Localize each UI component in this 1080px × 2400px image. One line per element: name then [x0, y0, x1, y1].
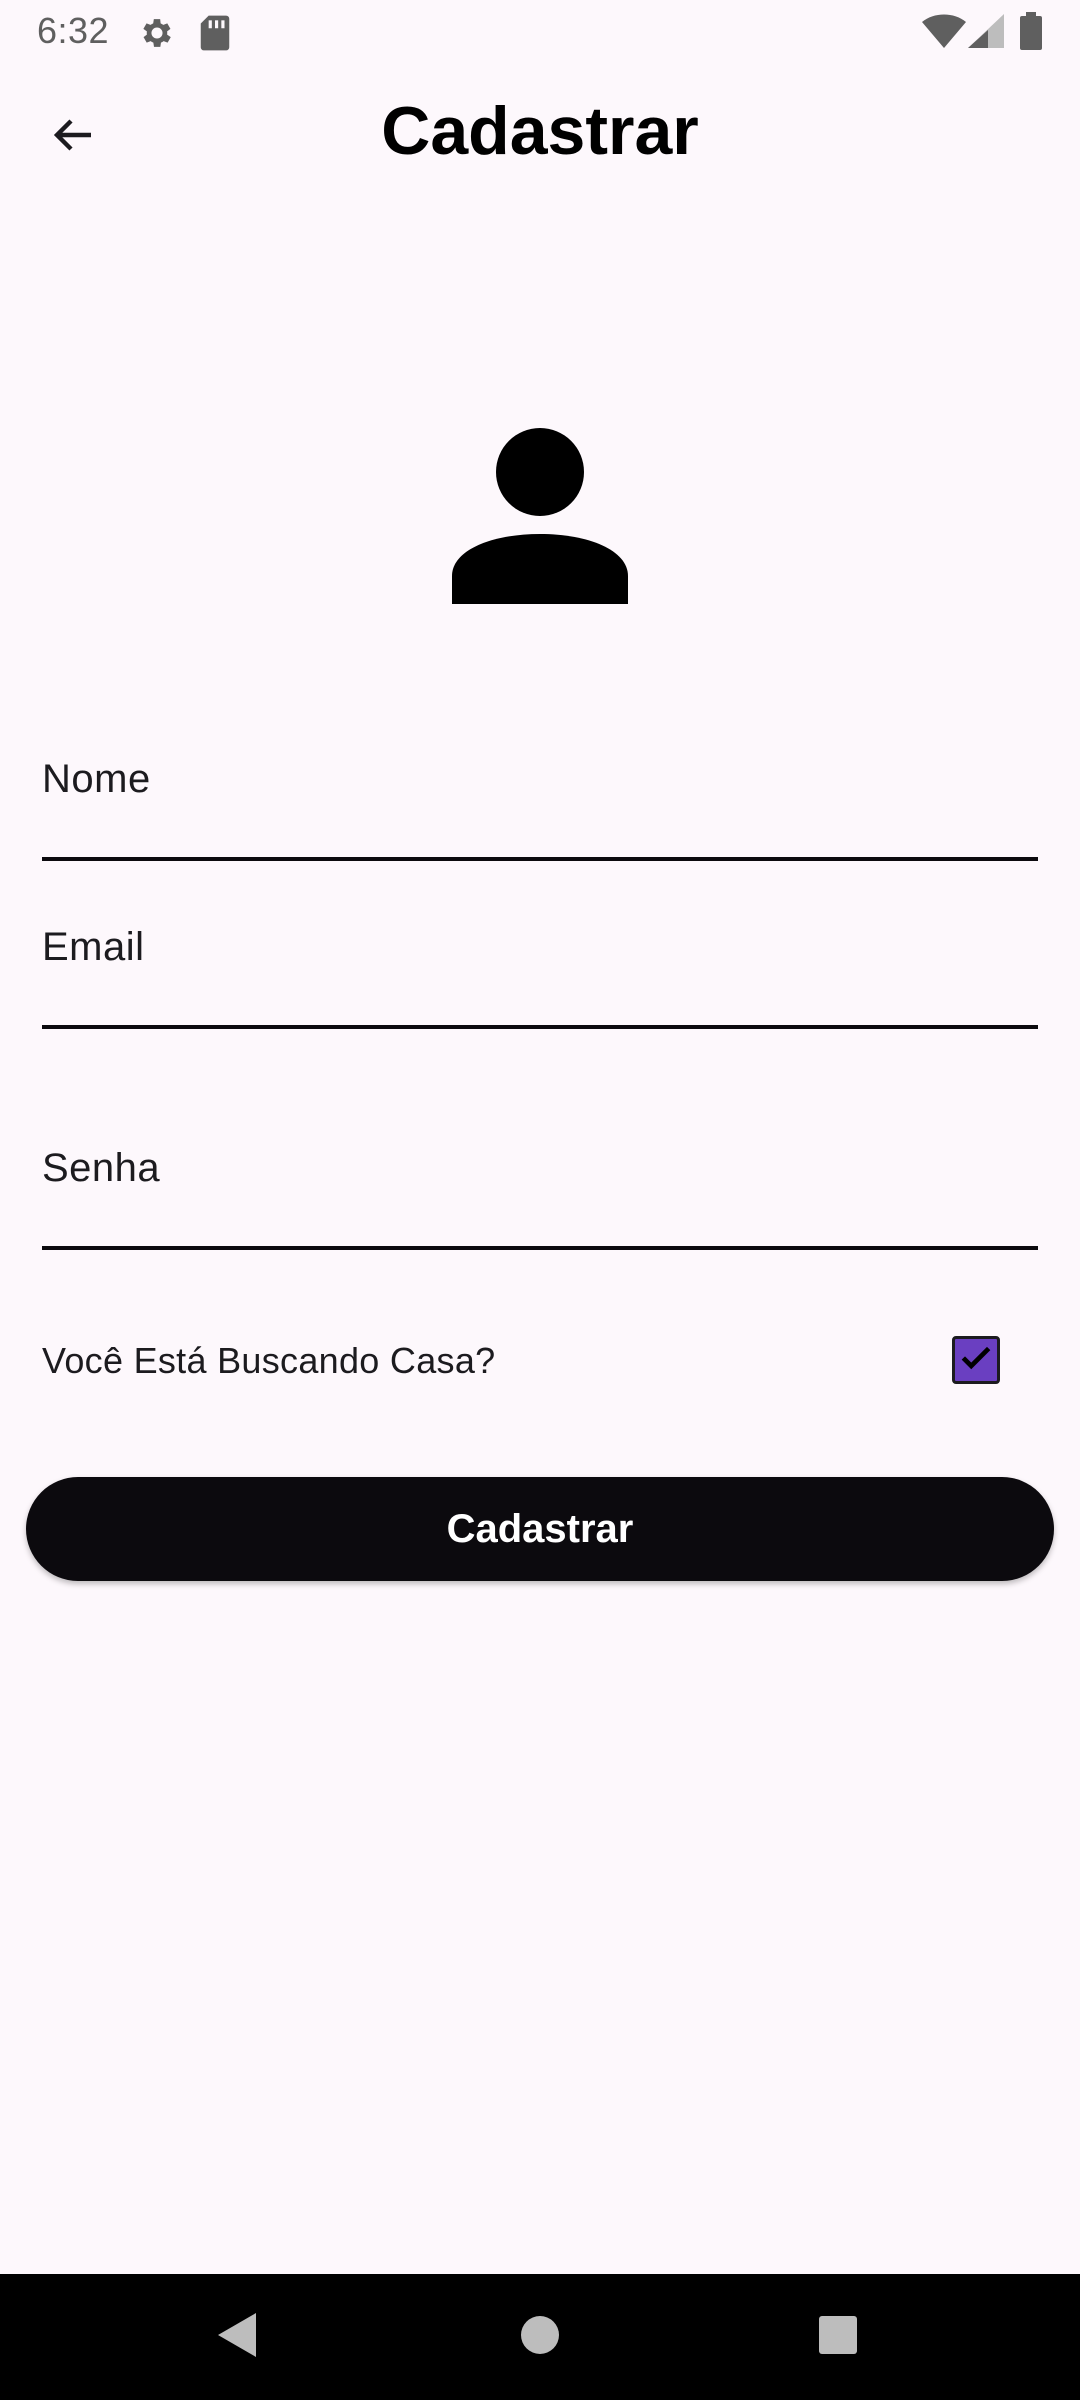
- app-bar: Cadastrar: [0, 64, 1080, 208]
- back-triangle-icon: [218, 2312, 258, 2362]
- settings-icon: [138, 14, 176, 57]
- sd-card-icon: [198, 14, 232, 57]
- status-time: 6:32: [37, 10, 110, 51]
- name-field[interactable]: Nome: [42, 757, 1042, 861]
- submit-button[interactable]: Cadastrar: [26, 1477, 1054, 1581]
- person-icon: [452, 428, 628, 604]
- email-field[interactable]: Email: [42, 925, 1042, 1029]
- nav-recents-button[interactable]: [778, 2274, 898, 2400]
- password-field[interactable]: Senha: [42, 1146, 1042, 1250]
- password-field-label: Senha: [42, 1146, 161, 1190]
- email-field-label: Email: [42, 925, 145, 969]
- name-input[interactable]: [42, 801, 1042, 853]
- recents-square-icon: [818, 2315, 858, 2360]
- navigation-bar: [0, 2274, 1080, 2400]
- house-search-row[interactable]: Você Está Buscando Casa?: [42, 1320, 1038, 1400]
- house-search-label: Você Está Buscando Casa?: [42, 1340, 496, 1381]
- home-circle-icon: [520, 2315, 560, 2360]
- nav-home-button[interactable]: [480, 2274, 600, 2400]
- email-input[interactable]: [42, 969, 1042, 1021]
- check-icon: [957, 1339, 995, 1382]
- wifi-icon: [922, 14, 966, 53]
- status-bar: 6:32: [0, 0, 1080, 64]
- password-input[interactable]: [42, 1190, 1042, 1242]
- signal-icon: [968, 14, 1004, 53]
- name-field-label: Nome: [42, 757, 151, 801]
- page-title: Cadastrar: [381, 93, 699, 169]
- house-search-checkbox[interactable]: [952, 1336, 1000, 1384]
- nav-back-button[interactable]: [178, 2274, 298, 2400]
- battery-icon: [1020, 12, 1042, 55]
